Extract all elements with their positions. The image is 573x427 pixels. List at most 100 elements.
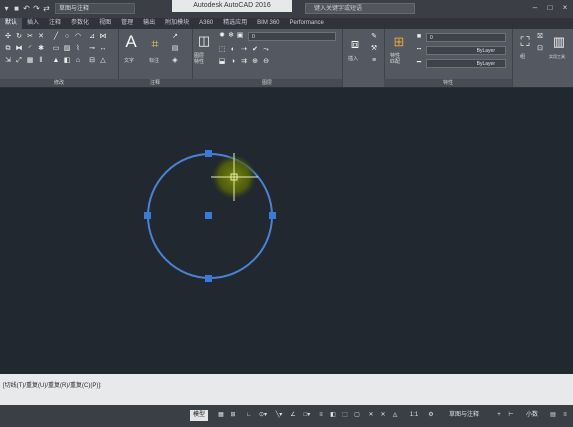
layer-thaw-icon[interactable]: ◑	[229, 58, 237, 66]
layer-merge-icon[interactable]: ⊕	[251, 58, 259, 66]
ungroup-icon[interactable]: ⛝	[536, 33, 544, 41]
rotate-icon[interactable]: ↻	[15, 33, 23, 41]
layer-unisolate-icon[interactable]: ⬓	[218, 58, 226, 66]
share-icon[interactable]: ⇄	[42, 4, 51, 14]
grip-right[interactable]	[269, 212, 276, 219]
layer-freeze-icon[interactable]: ❄	[227, 32, 235, 40]
drawing-canvas[interactable]	[0, 88, 573, 374]
tab-output[interactable]: 输出	[138, 18, 160, 29]
grid-icon[interactable]: ▦	[216, 410, 226, 421]
add-icon[interactable]: +	[494, 410, 504, 421]
grip-bottom[interactable]	[205, 275, 212, 282]
annotation-visibility-icon[interactable]: ✕	[366, 410, 376, 421]
line-icon[interactable]: ╱	[52, 33, 60, 41]
leader-icon[interactable]: ↗	[171, 33, 179, 41]
explode-icon[interactable]: ✱	[37, 45, 45, 53]
text-icon[interactable]: A	[122, 33, 140, 51]
command-line[interactable]: [切线(T)/重复(U)/重复(R)/重复(C)(P)]:	[0, 374, 573, 405]
chamfer-icon[interactable]: ⊿	[88, 33, 96, 41]
attribute-icon[interactable]: ≡	[370, 57, 378, 65]
stretch-icon[interactable]: ⇲	[4, 57, 12, 65]
customize-icon[interactable]: ≡	[560, 410, 570, 421]
layer-copy-icon[interactable]: ⇉	[240, 58, 248, 66]
insert-block-icon[interactable]: ⧈	[346, 35, 364, 53]
scale-indicator[interactable]: 1:1	[404, 410, 424, 421]
transparency-icon[interactable]: ◧	[328, 410, 338, 421]
edit-block-icon[interactable]: ⚒	[370, 45, 378, 53]
match-properties-icon[interactable]: ⊞	[390, 33, 408, 51]
layer-match-icon[interactable]: ⇢	[240, 46, 248, 54]
erase-icon[interactable]: ✕	[37, 33, 45, 41]
tab-parametric[interactable]: 参数化	[66, 18, 94, 29]
panel-title-properties[interactable]: 特性	[384, 79, 512, 87]
ortho-icon[interactable]: ∟	[244, 410, 254, 421]
panel-title-modify[interactable]: 修改	[0, 79, 118, 87]
workspace-selector[interactable]: 草图与注释	[55, 3, 135, 14]
tab-view[interactable]: 视图	[94, 18, 116, 29]
redo-icon[interactable]: ↷	[32, 4, 41, 14]
offset-icon[interactable]: ⫴	[37, 57, 45, 65]
snap-icon[interactable]: ⊞	[228, 410, 238, 421]
join-icon[interactable]: ⋈	[99, 33, 107, 41]
move-icon[interactable]: ✣	[4, 33, 12, 41]
color-combo[interactable]: 0	[426, 33, 506, 42]
app-menu-icon[interactable]: ▾	[2, 4, 11, 14]
grip-center[interactable]	[205, 212, 212, 219]
osnap-track-icon[interactable]: ∠	[288, 410, 298, 421]
group-icon[interactable]: ⛶	[516, 33, 534, 51]
grip-top[interactable]	[205, 150, 212, 157]
isolate-icon[interactable]: ⊢	[506, 410, 516, 421]
tab-manage[interactable]: 管理	[116, 18, 138, 29]
circle-tool-icon[interactable]: ○	[63, 33, 71, 41]
dimension-icon[interactable]: ⌗	[146, 35, 164, 53]
array-icon[interactable]: ▦	[26, 57, 34, 65]
isodraft-icon[interactable]: ╲▾	[272, 410, 286, 421]
osnap-icon[interactable]: □▾	[300, 410, 314, 421]
mirror-icon[interactable]: ⧓	[15, 45, 23, 53]
utilities-icon[interactable]: ▥	[550, 33, 568, 51]
break-icon[interactable]: ⊸	[88, 45, 96, 53]
tab-a360[interactable]: A360	[194, 18, 218, 29]
create-block-icon[interactable]: ✎	[370, 33, 378, 41]
minimize-icon[interactable]: –	[529, 2, 541, 14]
lineweight-toggle-icon[interactable]: ≡	[316, 410, 326, 421]
layer-lock-icon[interactable]: ▣	[236, 32, 244, 40]
layer-properties-icon[interactable]: ◫	[195, 32, 213, 50]
arc-icon[interactable]: ◠	[74, 33, 82, 41]
align-icon[interactable]: ⊟	[88, 57, 96, 65]
hatch-icon[interactable]: ▨	[63, 45, 71, 53]
panel-title-annotation[interactable]: 注释	[118, 79, 192, 87]
group-edit-icon[interactable]: ⊡	[536, 45, 544, 53]
tab-performance[interactable]: Performance	[285, 18, 329, 29]
polar-icon[interactable]: ⊙▾	[256, 410, 270, 421]
tab-insert[interactable]: 插入	[22, 18, 44, 29]
search-box[interactable]: 键入关键字或短语	[305, 3, 415, 14]
quick-props-icon[interactable]: ▤	[548, 410, 558, 421]
workspace-switch[interactable]: 草图与注释	[438, 410, 490, 421]
trim-icon[interactable]: ✂	[26, 33, 34, 41]
copy-icon[interactable]: ⧉	[4, 45, 12, 53]
model-tab[interactable]: 模型	[190, 410, 209, 421]
edit-poly-icon[interactable]: △	[99, 57, 107, 65]
tab-bim360[interactable]: BIM 360	[252, 18, 284, 29]
region-icon[interactable]: ▲	[52, 57, 60, 65]
annotation-autoscale-icon[interactable]: ✕	[378, 410, 388, 421]
markup-icon[interactable]: ◈	[171, 57, 179, 65]
selection-cycle-icon[interactable]: ⬚	[340, 410, 350, 421]
lengthen-icon[interactable]: ↔	[99, 45, 107, 53]
layer-on-icon[interactable]: ✹	[218, 32, 226, 40]
tab-addins[interactable]: 附加模块	[160, 18, 194, 29]
layer-walk-icon[interactable]: ⤳	[262, 46, 270, 54]
linetype-combo[interactable]: ByLayer	[426, 46, 506, 55]
tab-default[interactable]: 默认	[0, 18, 23, 29]
close-icon[interactable]: ×	[559, 2, 571, 14]
panel-title-layers[interactable]: 图层	[192, 79, 342, 87]
scale-icon[interactable]: ⤢	[15, 57, 23, 65]
block-icon[interactable]: ◧	[63, 57, 71, 65]
layer-current-icon[interactable]: ✔	[251, 46, 259, 54]
tab-annotate[interactable]: 注释	[44, 18, 66, 29]
3d-osnap-icon[interactable]: ▢	[352, 410, 362, 421]
undo-icon[interactable]: ↶	[22, 4, 31, 14]
polyline-icon[interactable]: ⌇	[74, 45, 82, 53]
rectangle-icon[interactable]: ▭	[52, 45, 60, 53]
